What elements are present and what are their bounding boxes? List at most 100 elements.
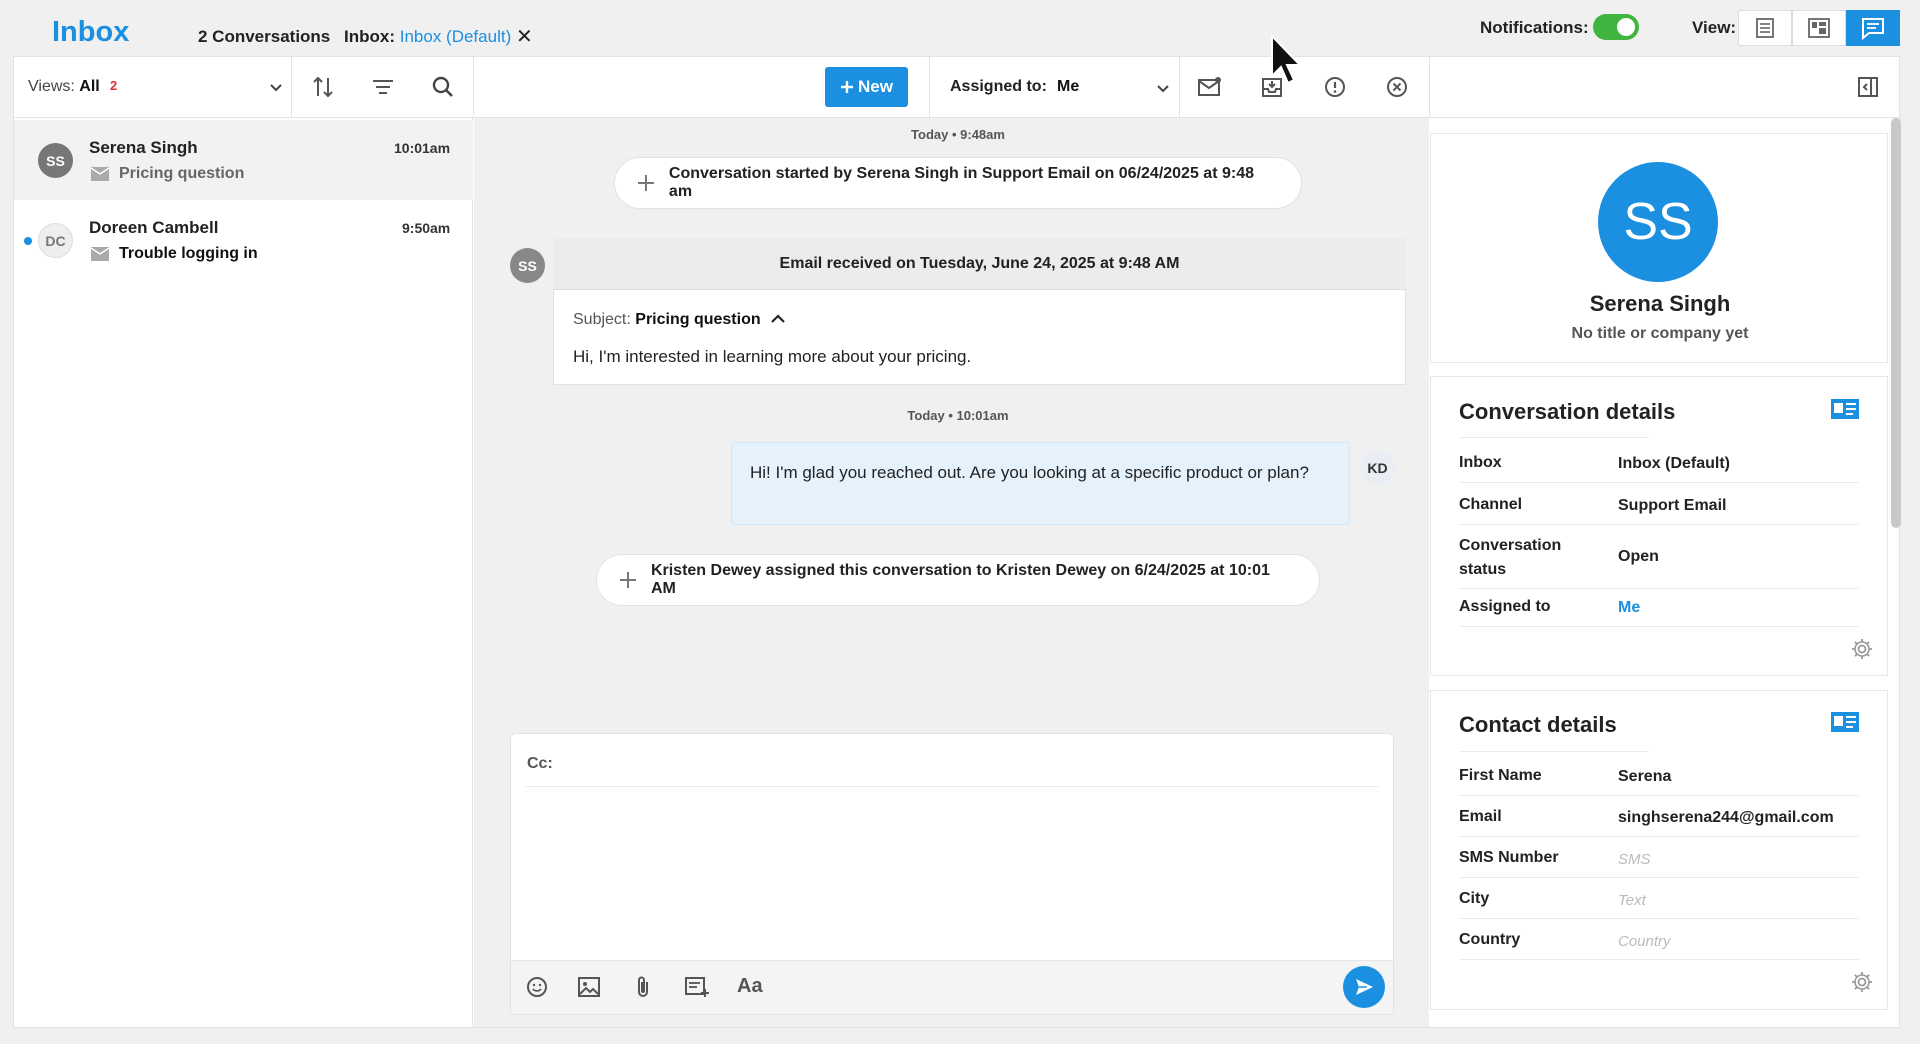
close-conversation-button[interactable]: [1380, 70, 1414, 104]
mail-icon: [91, 247, 109, 261]
toolbar-divider: [1179, 57, 1180, 118]
sort-button[interactable]: [306, 70, 340, 104]
detail-value-status[interactable]: Open: [1618, 548, 1659, 566]
contact-value-email[interactable]: singhserena244@gmail.com: [1618, 809, 1834, 827]
assignment-event: Kristen Dewey assigned this conversation…: [596, 554, 1320, 606]
emoji-button[interactable]: [520, 970, 554, 1004]
inbox-breadcrumb-label: Inbox:: [344, 27, 395, 46]
title-underline: [1459, 437, 1649, 438]
mouse-cursor-icon: [1271, 34, 1303, 85]
conversation-list-item[interactable]: [14, 120, 473, 200]
board-view-icon: [1808, 18, 1830, 38]
list-view-icon: [1756, 18, 1774, 38]
event-text: Kristen Dewey assigned this conversation…: [650, 562, 1270, 597]
cc-field-label[interactable]: Cc:: [527, 755, 553, 773]
smile-icon: [527, 977, 547, 997]
list-item-name: Serena Singh: [89, 138, 198, 157]
row-divider: [1459, 524, 1859, 525]
panel-toggle-icon: [1858, 77, 1878, 97]
toggle-sidebar-button[interactable]: [1851, 70, 1885, 104]
row-divider: [1459, 918, 1859, 919]
conversation-details-title: Conversation details: [1459, 399, 1676, 424]
new-button-label: New: [858, 77, 893, 96]
views-selector[interactable]: Views: All: [28, 78, 100, 96]
contact-label-email: Email: [1459, 808, 1502, 825]
conversation-view-icon: [1862, 18, 1884, 40]
send-icon: [1356, 979, 1373, 995]
text-format-button[interactable]: Aa: [737, 975, 763, 998]
contact-card-icon[interactable]: [1830, 711, 1860, 735]
conversation-list-item[interactable]: [14, 200, 473, 280]
inbox-breadcrumb-value[interactable]: Inbox (Default): [400, 27, 512, 46]
detail-value-channel[interactable]: Support Email: [1618, 497, 1726, 515]
filter-icon: [373, 80, 393, 94]
row-divider: [1459, 482, 1859, 483]
contact-details-title: Contact details: [1459, 712, 1617, 737]
snippet-button[interactable]: [680, 970, 714, 1004]
send-button[interactable]: [1343, 966, 1385, 1008]
mark-unread-button[interactable]: [1193, 70, 1227, 104]
contact-value-country[interactable]: Country: [1618, 933, 1671, 950]
email-body: Hi, I'm interested in learning more abou…: [573, 347, 972, 366]
view-label: View:: [1692, 18, 1737, 37]
new-conversation-button[interactable]: New: [825, 67, 908, 107]
avatar: SS: [38, 143, 73, 178]
assigned-to-value[interactable]: Me: [1057, 78, 1079, 96]
notifications-toggle[interactable]: [1593, 14, 1639, 40]
attach-button[interactable]: [626, 970, 660, 1004]
mark-spam-button[interactable]: [1318, 70, 1352, 104]
row-divider: [1459, 959, 1859, 960]
detail-label-inbox: Inbox: [1459, 454, 1502, 471]
view-board-button[interactable]: [1792, 10, 1846, 46]
list-item-subject: Pricing question: [119, 165, 245, 182]
row-divider: [1459, 626, 1859, 627]
email-subject[interactable]: Subject: Pricing question: [573, 311, 761, 329]
list-item-time: 10:01am: [394, 140, 451, 156]
mail-icon: [91, 167, 109, 181]
avatar: KD: [1360, 450, 1395, 485]
contact-label-first-name: First Name: [1459, 767, 1542, 784]
view-list-button[interactable]: [1738, 10, 1792, 46]
filter-button[interactable]: [366, 70, 400, 104]
contact-value-first-name[interactable]: Serena: [1618, 768, 1671, 786]
page-title: Inbox: [52, 16, 130, 48]
contact-label-country: Country: [1459, 931, 1521, 948]
alert-circle-icon: [1325, 77, 1345, 97]
cc-divider: [526, 786, 1378, 787]
contact-avatar: SS: [1598, 162, 1718, 282]
contact-subtitle: No title or company yet: [1571, 325, 1749, 342]
views-dropdown[interactable]: [259, 70, 293, 104]
assigned-to-label: Assigned to:: [950, 78, 1047, 95]
plus-icon: [619, 572, 636, 588]
row-divider: [1459, 877, 1859, 878]
thread-timestamp: Today • 9:48am: [911, 127, 1005, 142]
contact-label-city: City: [1459, 890, 1490, 907]
search-button[interactable]: [426, 70, 460, 104]
contact-value-city[interactable]: Text: [1618, 892, 1646, 909]
detail-value-assigned[interactable]: Me: [1618, 599, 1640, 617]
view-conversation-button[interactable]: [1846, 10, 1900, 46]
detail-label-channel: Channel: [1459, 496, 1523, 513]
plus-icon: [841, 81, 854, 93]
toolbar-divider: [929, 57, 930, 118]
conversation-started-event: Conversation started by Serena Singh in …: [614, 157, 1302, 209]
toolbar-divider: [1429, 57, 1430, 118]
assigned-to-dropdown[interactable]: [1146, 71, 1180, 105]
contact-name: Serena Singh: [1589, 291, 1731, 316]
gear-icon[interactable]: [1850, 637, 1874, 661]
title-underline: [1459, 751, 1649, 752]
detail-value-inbox[interactable]: Inbox (Default): [1618, 455, 1730, 473]
row-divider: [1459, 836, 1859, 837]
thread-timestamp: Today • 10:01am: [907, 408, 1009, 423]
chevron-up-icon[interactable]: [770, 312, 786, 326]
contact-value-sms[interactable]: SMS: [1618, 851, 1651, 868]
close-icon[interactable]: ✕: [516, 24, 533, 49]
gear-icon[interactable]: [1850, 970, 1874, 994]
contact-card-icon[interactable]: [1830, 398, 1860, 422]
avatar: SS: [510, 248, 545, 283]
right-panel-scrollbar[interactable]: [1891, 118, 1901, 528]
email-header: Email received on Tuesday, June 24, 2025…: [553, 238, 1406, 290]
toolbar-divider: [291, 57, 292, 118]
notifications-label: Notifications:: [1480, 18, 1589, 37]
insert-image-button[interactable]: [572, 970, 606, 1004]
